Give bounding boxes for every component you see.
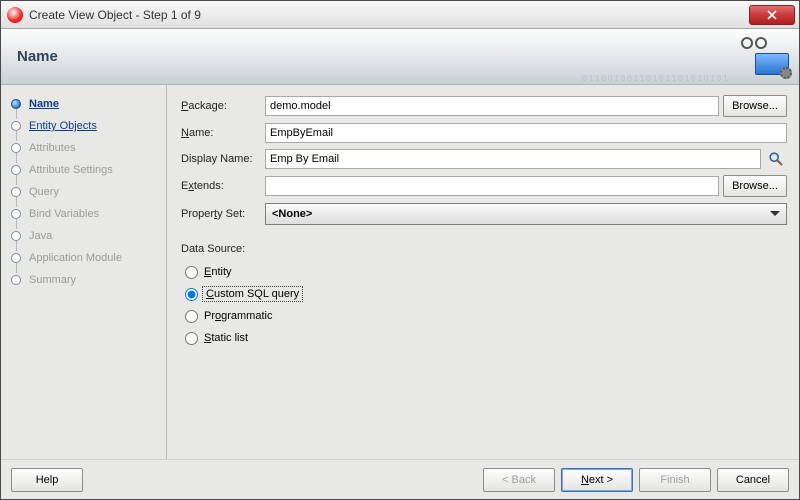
glasses-icon	[741, 37, 767, 49]
page-title: Name	[17, 48, 58, 65]
step-dot-icon	[11, 231, 21, 241]
step-dot-icon	[11, 187, 21, 197]
extends-label: Extends:	[181, 180, 265, 192]
step-label: Java	[29, 230, 52, 242]
step-attribute-settings: Attribute Settings	[9, 159, 166, 181]
step-summary: Summary	[9, 269, 166, 291]
step-query: Query	[9, 181, 166, 203]
display-name-input[interactable]	[265, 149, 761, 169]
wizard-body: Name Entity Objects Attributes Attribute…	[1, 85, 799, 459]
close-button[interactable]	[749, 5, 795, 25]
property-set-label: Property Set:	[181, 208, 265, 220]
step-dot-icon	[11, 121, 21, 131]
next-button[interactable]: Next >	[561, 468, 633, 492]
step-dot-icon	[11, 275, 21, 285]
step-bind-variables: Bind Variables	[9, 203, 166, 225]
cancel-button[interactable]: Cancel	[717, 468, 789, 492]
step-label: Bind Variables	[29, 208, 99, 220]
name-label: Name:	[181, 127, 265, 139]
data-source-entity-label[interactable]: Entity	[204, 266, 232, 278]
step-label: Attribute Settings	[29, 164, 113, 176]
display-name-label: Display Name:	[181, 153, 265, 165]
property-set-value: <None>	[272, 208, 312, 220]
step-dot-icon	[11, 165, 21, 175]
titlebar: Create View Object - Step 1 of 9	[1, 1, 799, 29]
data-source-static-list-radio[interactable]	[185, 332, 198, 345]
wizard-window: Create View Object - Step 1 of 9 Name 01…	[0, 0, 800, 500]
extends-browse-button[interactable]: Browse...	[723, 175, 787, 197]
extends-input[interactable]	[265, 176, 719, 196]
help-button[interactable]: Help	[11, 468, 83, 492]
header-band: Name 01100100110101101010101	[1, 29, 799, 85]
header-artwork	[719, 35, 789, 79]
step-label: Entity Objects	[29, 120, 97, 132]
data-source-label: Data Source:	[181, 243, 787, 255]
step-name[interactable]: Name	[9, 93, 166, 115]
step-java: Java	[9, 225, 166, 247]
step-label: Name	[29, 98, 59, 110]
package-input[interactable]	[265, 96, 719, 116]
gear-icon	[780, 67, 792, 79]
package-label: Package:	[181, 100, 265, 112]
data-source-custom-sql-label[interactable]: Custom SQL query	[204, 288, 301, 300]
header-decorative-bits: 01100100110101101010101	[582, 74, 729, 84]
app-icon	[7, 7, 23, 23]
data-source-programmatic-radio[interactable]	[185, 310, 198, 323]
step-attributes: Attributes	[9, 137, 166, 159]
step-dot-icon	[11, 99, 21, 109]
chevron-down-icon	[770, 208, 780, 220]
display-name-lookup-button[interactable]	[765, 149, 787, 169]
property-set-select[interactable]: <None>	[265, 203, 787, 225]
step-label: Summary	[29, 274, 76, 286]
back-button: < Back	[483, 468, 555, 492]
step-dot-icon	[11, 253, 21, 263]
window-title: Create View Object - Step 1 of 9	[29, 8, 201, 22]
step-entity-objects[interactable]: Entity Objects	[9, 115, 166, 137]
footer: Help < Back Next > Finish Cancel	[1, 459, 799, 499]
step-application-module: Application Module	[9, 247, 166, 269]
package-browse-button[interactable]: Browse...	[723, 95, 787, 117]
step-label: Attributes	[29, 142, 75, 154]
wizard-steps-nav: Name Entity Objects Attributes Attribute…	[1, 85, 167, 459]
data-source-programmatic-label[interactable]: Programmatic	[204, 310, 272, 322]
data-source-custom-sql-radio[interactable]	[185, 288, 198, 301]
close-icon	[767, 10, 777, 20]
step-label: Application Module	[29, 252, 122, 264]
name-input[interactable]	[265, 123, 787, 143]
magnifier-icon	[768, 151, 784, 167]
step-label: Query	[29, 186, 59, 198]
form-area: Package: Browse... Name: Display Name:	[167, 85, 799, 459]
finish-button: Finish	[639, 468, 711, 492]
step-dot-icon	[11, 209, 21, 219]
data-source-static-list-label[interactable]: Static list	[204, 332, 248, 344]
step-dot-icon	[11, 143, 21, 153]
data-source-entity-radio[interactable]	[185, 266, 198, 279]
